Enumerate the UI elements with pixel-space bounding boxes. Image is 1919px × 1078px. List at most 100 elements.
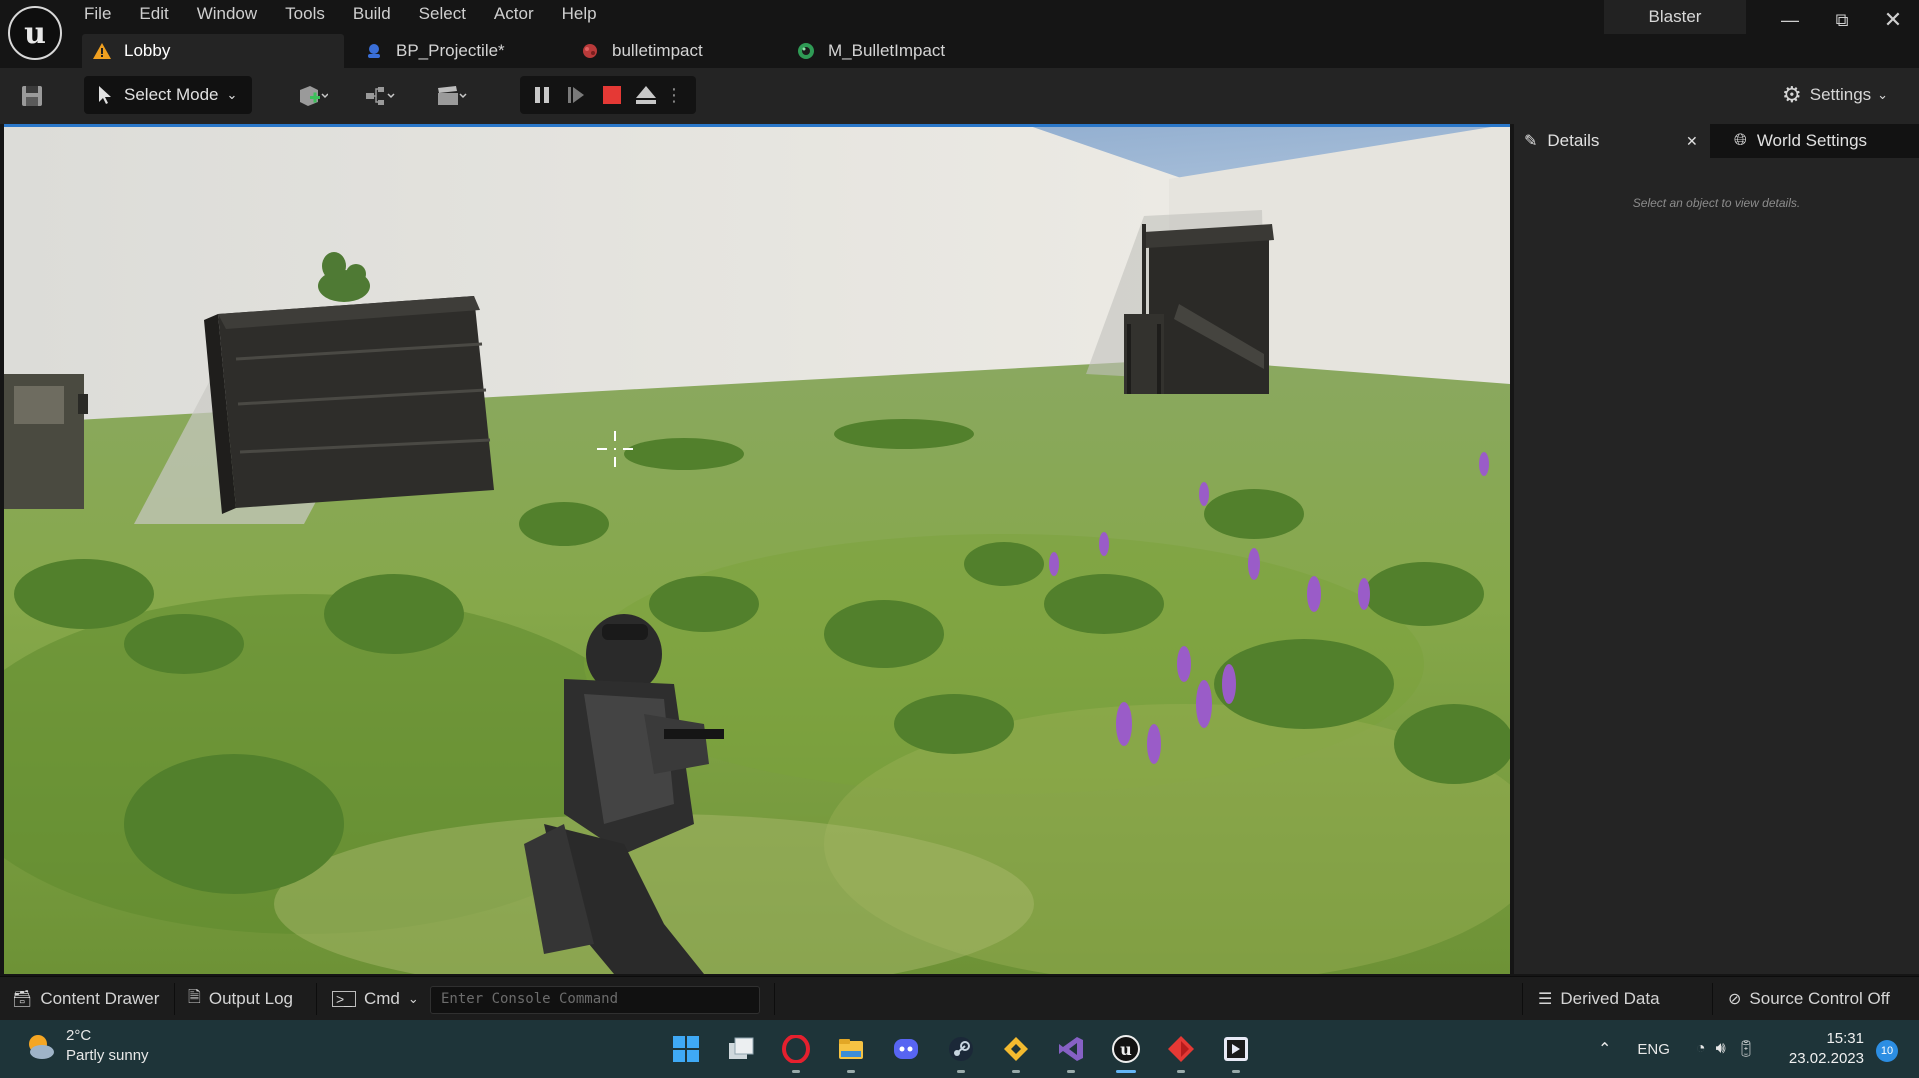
wooden-crate xyxy=(204,296,494,514)
notification-badge[interactable]: 10 xyxy=(1876,1040,1898,1062)
details-tab-strip: ✎ Details ✕ 🌐︎ World Settings xyxy=(1514,124,1919,158)
globe-icon: 🌐︎ xyxy=(1734,132,1747,149)
discord-icon[interactable] xyxy=(886,1029,926,1069)
close-tab-icon[interactable]: ✕ xyxy=(1686,133,1698,150)
task-view-icon[interactable] xyxy=(721,1029,761,1069)
status-bar: 🗃︎ Content Drawer 🗎︎ Output Log >_ Cmd ⌄… xyxy=(0,976,1919,1020)
tab-m-bulletimpact[interactable]: M_BulletImpact xyxy=(776,34,992,68)
opera-icon[interactable] xyxy=(776,1029,816,1073)
niagara-system-icon xyxy=(583,44,597,58)
clock-date: 23.02.2023 xyxy=(1788,1050,1864,1067)
battery-icon[interactable]: 🔋︎ xyxy=(1736,1039,1756,1059)
running-indicator xyxy=(792,1070,800,1073)
add-actor-button[interactable] xyxy=(288,82,336,110)
svg-text:u: u xyxy=(1120,1040,1132,1059)
git-icon[interactable] xyxy=(1161,1029,1201,1073)
level-viewport[interactable] xyxy=(4,124,1510,974)
taskbar-clock[interactable]: 15:31 23.02.2023 xyxy=(1782,1029,1864,1069)
crosshair-icon xyxy=(597,431,633,467)
tab-world-settings[interactable]: 🌐︎ World Settings xyxy=(1724,124,1919,158)
game-scene xyxy=(4,124,1510,974)
menu-build[interactable]: Build xyxy=(339,0,405,30)
chevron-down-icon: ⌄ xyxy=(407,991,419,1006)
add-cube-icon xyxy=(300,86,328,106)
title-bar: u File Edit Window Tools Build Select Ac… xyxy=(0,0,1919,68)
divider xyxy=(1712,983,1713,1015)
language-indicator[interactable]: ENG xyxy=(1637,1041,1670,1058)
tab-details[interactable]: ✎ Details ✕ xyxy=(1514,124,1710,158)
eject-icon[interactable] xyxy=(632,81,660,109)
blueprints-menu-button[interactable] xyxy=(356,82,404,110)
cinematics-button[interactable] xyxy=(428,82,476,110)
chevron-down-icon: ⌄ xyxy=(1877,87,1889,102)
details-body: Select an object to view details. xyxy=(1514,158,1919,974)
weather-description: Partly sunny xyxy=(66,1047,149,1064)
menu-actor[interactable]: Actor xyxy=(480,0,548,30)
running-indicator xyxy=(957,1070,965,1073)
tab-bp-projectile[interactable]: BP_Projectile* xyxy=(344,34,560,68)
visual-studio-icon[interactable] xyxy=(1051,1029,1091,1073)
play-options-icon[interactable]: ⋮ xyxy=(664,81,684,109)
divider xyxy=(174,983,175,1015)
chevron-down-icon: ⌄ xyxy=(226,87,238,102)
tab-bulletimpact[interactable]: bulletimpact xyxy=(560,34,776,68)
running-indicator xyxy=(1116,1070,1136,1073)
document-tabs: Lobby BP_Projectile* bulletimpact M_Bull… xyxy=(82,34,992,68)
details-empty-message: Select an object to view details. xyxy=(1632,196,1801,210)
rider-icon[interactable] xyxy=(1216,1029,1256,1073)
save-icon[interactable] xyxy=(18,82,46,110)
binance-icon[interactable] xyxy=(996,1029,1036,1073)
close-icon[interactable]: ✕ xyxy=(1867,0,1919,40)
derived-data-button[interactable]: ☰ Derived Data xyxy=(1538,977,1660,1021)
divider xyxy=(316,983,317,1015)
tab-label: bulletimpact xyxy=(612,41,703,60)
play-controls: ⋮ xyxy=(520,76,696,114)
source-control-button[interactable]: ⊘ Source Control Off xyxy=(1728,977,1890,1021)
database-icon: ☰ xyxy=(1538,991,1553,1008)
pencil-icon: ✎ xyxy=(1524,133,1538,150)
running-indicator xyxy=(1012,1070,1020,1073)
menu-edit[interactable]: Edit xyxy=(125,0,182,30)
stop-icon[interactable] xyxy=(598,81,626,109)
clock-time: 15:31 xyxy=(1826,1030,1864,1047)
steam-icon[interactable] xyxy=(941,1029,981,1073)
unreal-engine-icon[interactable]: u xyxy=(1106,1029,1146,1073)
tab-world-settings-label: World Settings xyxy=(1756,131,1868,150)
divider xyxy=(774,983,775,1015)
truck xyxy=(4,374,88,509)
restore-icon[interactable]: ⧉ xyxy=(1816,0,1868,40)
wifi-icon[interactable]: ◔ xyxy=(1696,1040,1706,1058)
minimize-icon[interactable]: — xyxy=(1764,0,1816,40)
cmd-label: Cmd xyxy=(363,989,400,1008)
windows-start-icon[interactable] xyxy=(666,1029,706,1069)
console-command-input[interactable]: Enter Console Command xyxy=(430,986,760,1014)
file-explorer-icon[interactable] xyxy=(831,1029,871,1073)
weather-widget[interactable]: 2°C Partly sunny xyxy=(24,1026,149,1066)
settings-button[interactable]: ⚙ Settings ⌄ xyxy=(1782,80,1888,110)
menu-file[interactable]: File xyxy=(70,0,125,30)
terminal-icon: >_ xyxy=(332,991,356,1007)
frame-skip-icon[interactable] xyxy=(562,81,590,109)
volume-icon[interactable]: 🔊︎ xyxy=(1716,1040,1726,1058)
output-log-button[interactable]: 🗎︎ Output Log xyxy=(188,977,293,1021)
gear-icon: ⚙ xyxy=(1782,82,1802,107)
partly-sunny-icon xyxy=(29,1035,54,1059)
menu-select[interactable]: Select xyxy=(405,0,480,30)
unreal-logo-icon[interactable]: u xyxy=(8,6,62,60)
chevron-up-icon[interactable]: ⌃ xyxy=(1598,1039,1611,1059)
divider xyxy=(1522,983,1523,1015)
running-indicator xyxy=(1177,1070,1185,1073)
pause-icon[interactable] xyxy=(528,81,556,109)
menu-window[interactable]: Window xyxy=(183,0,271,30)
running-indicator xyxy=(1067,1070,1075,1073)
content-drawer-button[interactable]: 🗃︎ Content Drawer xyxy=(12,977,159,1021)
menu-tools[interactable]: Tools xyxy=(271,0,339,30)
cmd-dropdown[interactable]: >_ Cmd ⌄ xyxy=(332,977,419,1021)
menu-help[interactable]: Help xyxy=(548,0,611,30)
derived-data-label: Derived Data xyxy=(1560,989,1660,1008)
weather-temperature: 2°C xyxy=(66,1027,92,1044)
windows-taskbar: 2°C Partly sunny u ⌃ ENG ◔ 🔊︎ 🔋︎ 15:31 2… xyxy=(0,1020,1919,1078)
select-mode-dropdown[interactable]: Select Mode ⌄ xyxy=(84,76,252,114)
tab-lobby[interactable]: Lobby xyxy=(82,34,344,68)
source-control-label: Source Control Off xyxy=(1749,989,1890,1008)
